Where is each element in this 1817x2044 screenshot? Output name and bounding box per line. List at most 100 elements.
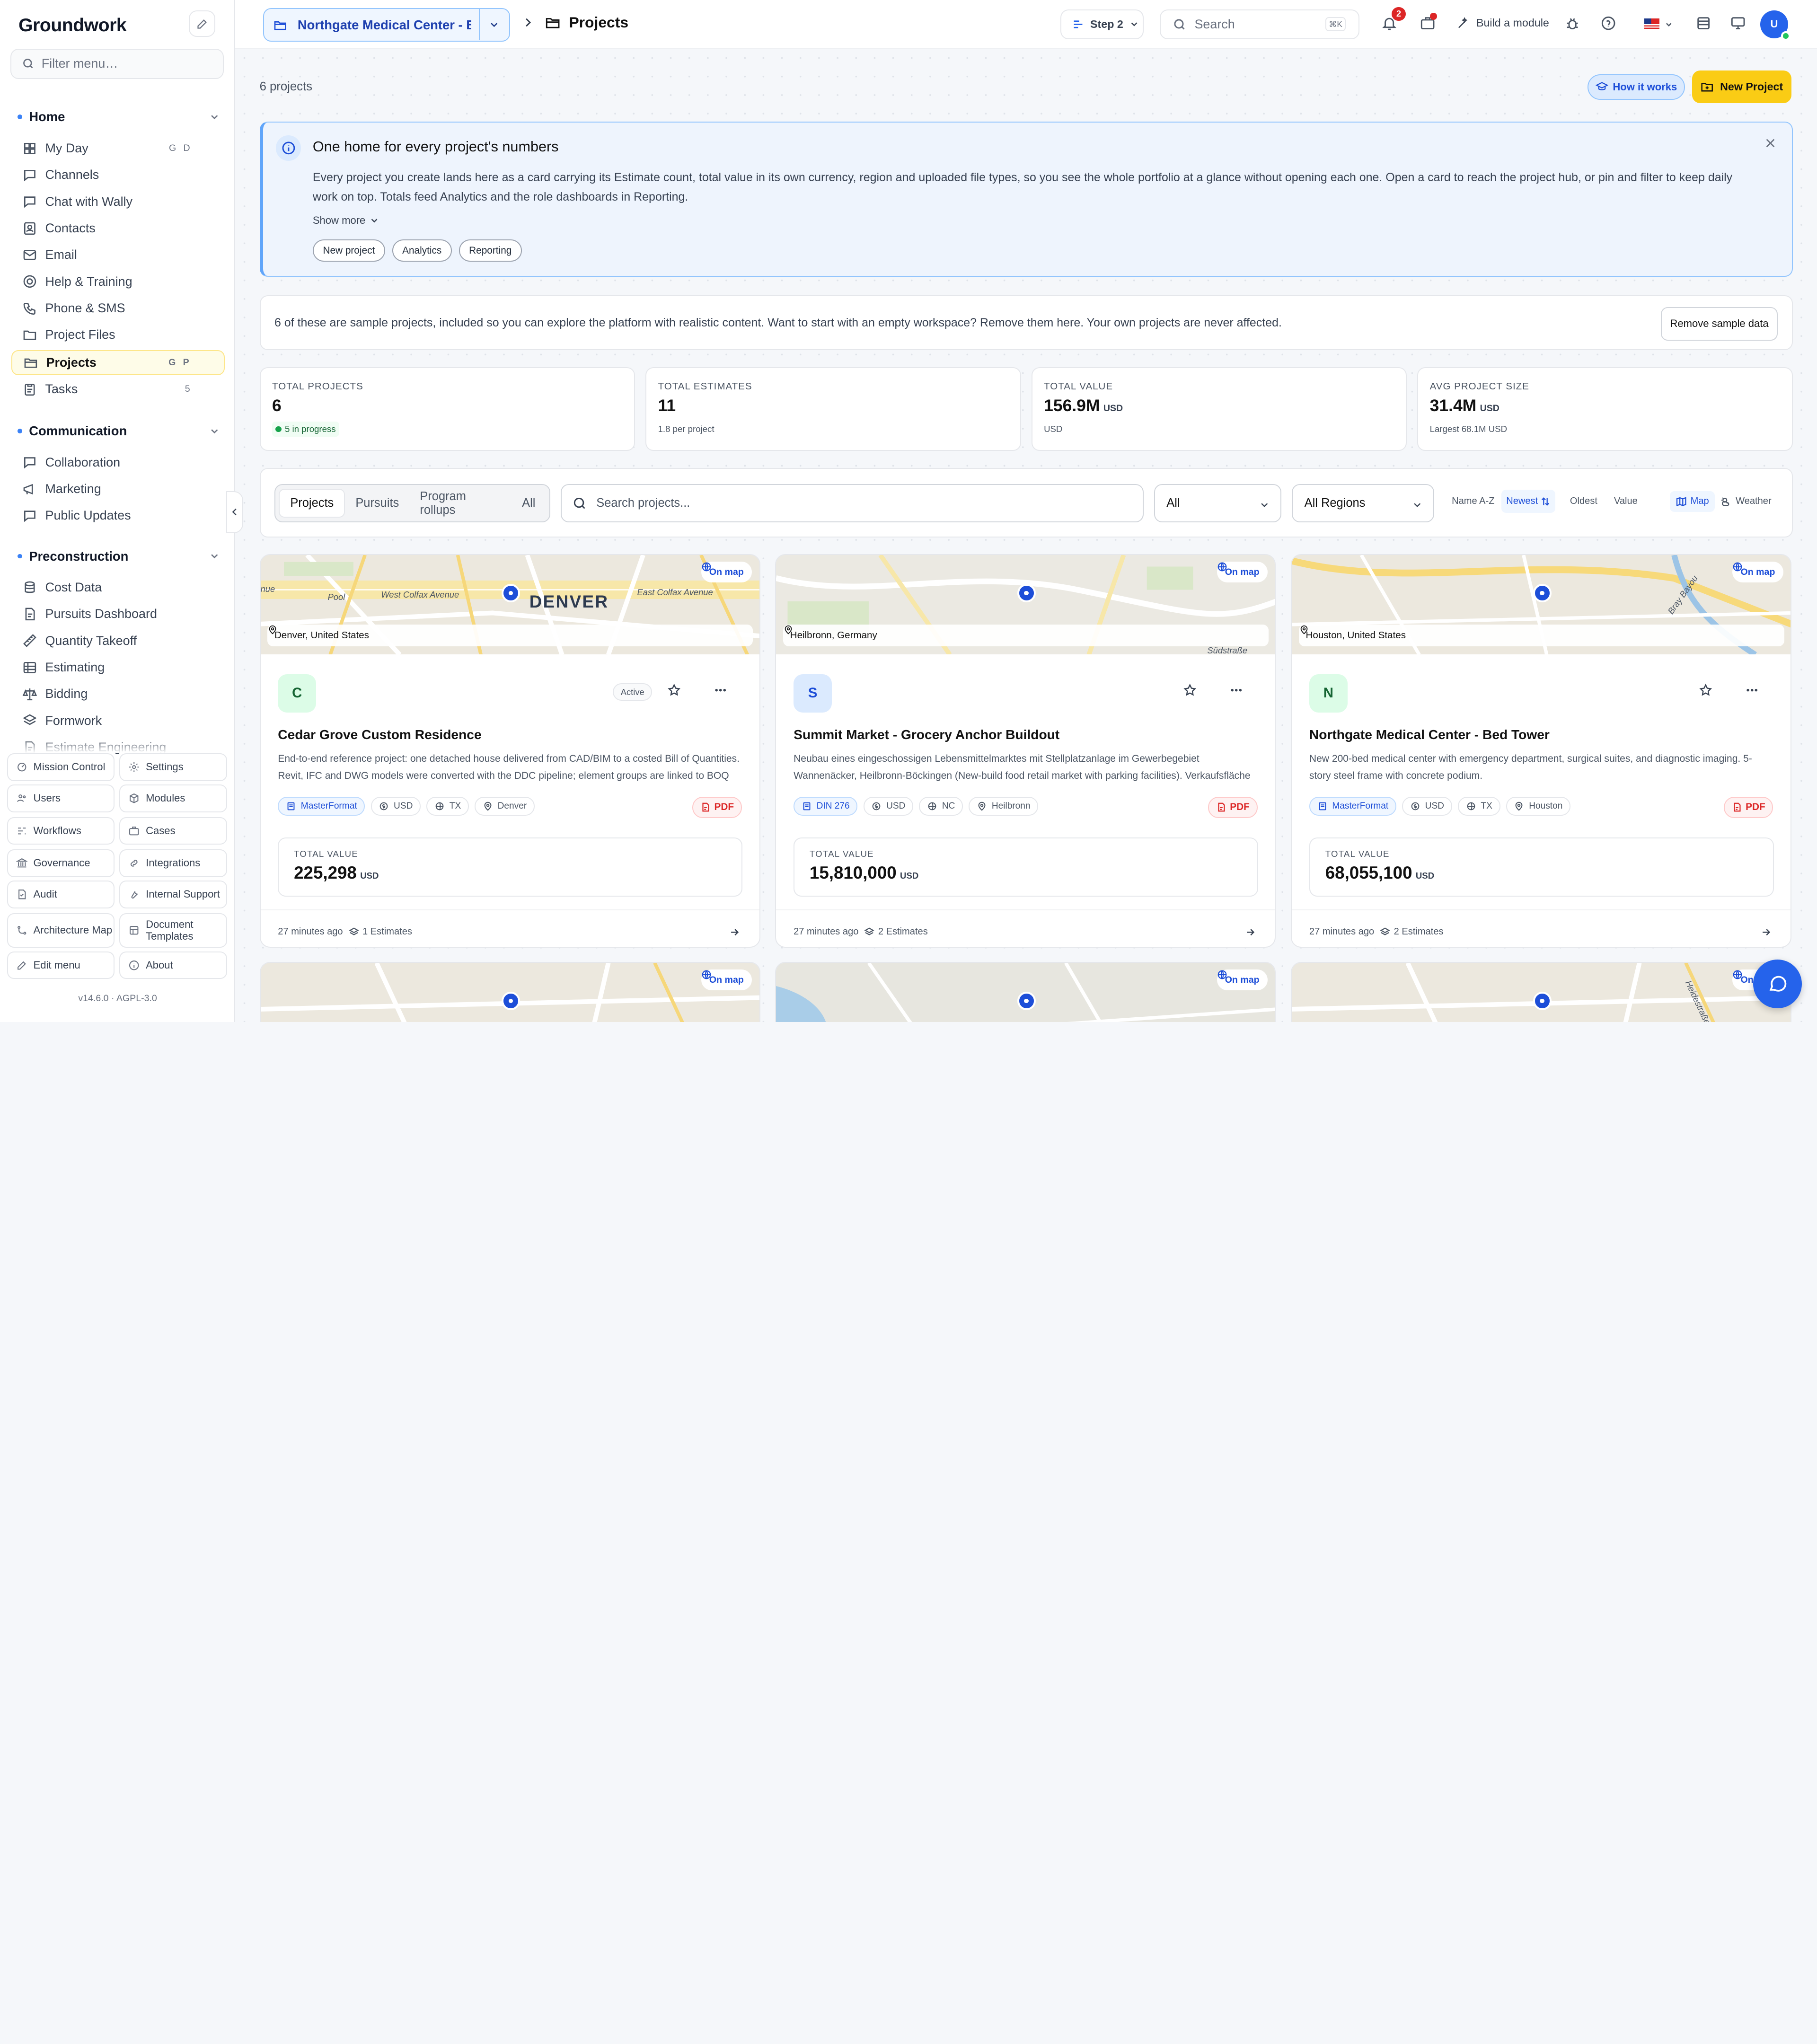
brand-logo[interactable]: Groundwork — [18, 15, 126, 36]
sidebar-item-tasks[interactable]: Tasks 5 — [11, 377, 225, 402]
help-icon[interactable] — [1600, 15, 1616, 31]
global-search-input[interactable] — [1194, 17, 1311, 32]
new-project-button[interactable]: New Project — [1692, 70, 1792, 103]
project-card[interactable]: HeidestraßeOn map — [1291, 961, 1792, 1022]
quick-audit[interactable]: Audit — [7, 881, 115, 908]
chevron-down-icon[interactable] — [1664, 20, 1674, 29]
card-map[interactable]: DENVER West Colfax Avenue East Colfax Aven… — [260, 555, 759, 655]
sidebar-item-project-files[interactable]: Project Files — [11, 322, 225, 348]
monitor-icon[interactable] — [1730, 15, 1746, 31]
quick-cases[interactable]: Cases — [119, 817, 227, 845]
segment-projects[interactable]: Projects — [279, 489, 345, 518]
project-card[interactable]: Bray Bayou On map Houston, United States N N… — [1291, 554, 1792, 948]
on-map-badge[interactable]: On map — [701, 969, 752, 991]
region-filter[interactable]: All Regions — [1292, 484, 1435, 523]
status-filter[interactable]: All — [1154, 484, 1282, 523]
sidebar-item-estimating[interactable]: Estimating — [11, 655, 225, 680]
remove-sample-data-button[interactable]: Remove sample data — [1660, 307, 1778, 341]
quick-about[interactable]: About — [119, 951, 227, 979]
project-search-input[interactable] — [596, 496, 1106, 511]
map-pin-icon[interactable] — [1533, 583, 1552, 602]
on-map-badge[interactable]: On map — [701, 562, 752, 583]
quick-architecture-map[interactable]: Architecture Map — [7, 913, 115, 948]
map-pin-icon[interactable] — [1017, 583, 1036, 602]
sidebar-item-pursuits-dashboard[interactable]: Pursuits Dashboard — [11, 601, 225, 627]
list-icon[interactable] — [1695, 15, 1711, 31]
more-icon[interactable] — [1229, 683, 1243, 697]
weather-toggle[interactable]: Weather — [1720, 491, 1772, 512]
close-icon[interactable] — [1764, 137, 1777, 150]
card-map[interactable]: HeidestraßeOn map — [1292, 962, 1791, 1022]
on-map-badge[interactable]: On map — [1217, 969, 1268, 991]
map-toggle[interactable]: Map — [1669, 491, 1715, 512]
build-module-button[interactable]: Build a module — [1456, 16, 1549, 30]
sidebar-item-projects[interactable]: Projects G P — [11, 350, 225, 376]
sidebar-item-quantity-takeoff[interactable]: Quantity Takeoff — [11, 628, 225, 653]
global-search[interactable]: ⌘K — [1160, 9, 1359, 40]
project-title[interactable]: Summit Market - Grocery Anchor Buildout — [794, 727, 1059, 742]
sidebar-item-contacts[interactable]: Contacts — [11, 216, 225, 241]
section-home[interactable]: Home — [17, 108, 221, 126]
step-selector[interactable]: Step 2 — [1060, 9, 1144, 40]
sidebar-item-channels[interactable]: Channels — [11, 162, 225, 188]
segment-program-rollups[interactable]: Program rollups — [409, 489, 512, 518]
bug-icon[interactable] — [1564, 15, 1580, 31]
project-dropdown-button[interactable] — [478, 9, 509, 41]
arrow-right-icon[interactable] — [1760, 926, 1772, 938]
flag-icon[interactable] — [1644, 18, 1659, 29]
card-map[interactable]: Südstraße On map Heilbronn, Germany — [776, 555, 1275, 655]
star-icon[interactable] — [1699, 683, 1712, 697]
collapse-sidebar-button[interactable] — [226, 491, 244, 533]
quick-modules[interactable]: Modules — [119, 784, 227, 812]
quick-edit-menu[interactable]: Edit menu — [7, 951, 115, 979]
sort-oldest[interactable]: Oldest — [1565, 490, 1602, 513]
sidebar-item-help-training[interactable]: Help & Training — [11, 269, 225, 294]
map-pin-icon[interactable] — [1017, 991, 1036, 1011]
sidebar-item-formwork[interactable]: Formwork — [11, 708, 225, 733]
project-title[interactable]: Northgate Medical Center - Bed Tower — [1309, 727, 1550, 742]
quick-mission-control[interactable]: Mission Control — [7, 753, 115, 781]
sidebar-item-phone-sms[interactable]: Phone & SMS — [11, 295, 225, 321]
card-map[interactable]: Bray Bayou On map Houston, United States — [1292, 555, 1791, 655]
quick-governance[interactable]: Governance — [7, 849, 115, 877]
quick-workflows[interactable]: Workflows — [7, 817, 115, 845]
sidebar-item-chat-with-wally[interactable]: Chat with Wally — [11, 189, 225, 214]
sort-value[interactable]: Value — [1609, 490, 1642, 513]
how-it-works-button[interactable]: How it works — [1588, 74, 1685, 100]
filter-menu-field[interactable] — [10, 48, 224, 79]
project-title[interactable]: Cedar Grove Custom Residence — [278, 727, 481, 742]
sidebar-item-cost-data[interactable]: Cost Data — [11, 575, 225, 600]
card-map[interactable]: On map — [776, 962, 1275, 1022]
filter-menu-input[interactable] — [41, 56, 216, 71]
quick-internal-support[interactable]: Internal Support — [119, 881, 227, 908]
section-communication[interactable]: Communication — [17, 422, 221, 440]
show-more-link[interactable]: Show more — [313, 214, 379, 227]
on-map-badge[interactable]: On map — [1732, 562, 1783, 583]
project-search[interactable] — [560, 484, 1144, 523]
map-pin-icon[interactable] — [501, 991, 520, 1011]
star-icon[interactable] — [667, 683, 681, 697]
sidebar-item-collaboration[interactable]: Collaboration — [11, 449, 225, 475]
quick-integrations[interactable]: Integrations — [119, 849, 227, 877]
quick-users[interactable]: Users — [7, 784, 115, 812]
arrow-right-icon[interactable] — [1244, 926, 1256, 938]
star-icon[interactable] — [1183, 683, 1197, 697]
chat-fab-button[interactable] — [1753, 959, 1802, 1008]
map-pin-icon[interactable] — [1533, 991, 1552, 1011]
sort-name[interactable]: Name A-Z — [1447, 490, 1499, 513]
reporting-link[interactable]: Reporting — [459, 239, 522, 262]
map-pin-icon[interactable] — [501, 583, 520, 602]
new-project-link[interactable]: New project — [312, 239, 385, 262]
segment-pursuits[interactable]: Pursuits — [345, 489, 409, 518]
arrow-right-icon[interactable] — [729, 926, 740, 938]
edit-brand-button[interactable] — [189, 10, 216, 37]
sidebar-item-marketing[interactable]: Marketing — [11, 476, 225, 502]
quick-document-templates[interactable]: Document Templates — [119, 913, 227, 948]
segment-all[interactable]: All — [512, 489, 546, 518]
sidebar-item-public-updates[interactable]: Public Updates — [11, 503, 225, 529]
more-icon[interactable] — [1745, 683, 1759, 697]
on-map-badge[interactable]: On map — [1217, 562, 1268, 583]
sidebar-item-email[interactable]: Email — [11, 242, 225, 268]
card-map[interactable]: Piscine AlfredOn map — [260, 962, 759, 1022]
analytics-link[interactable]: Analytics — [392, 239, 452, 262]
